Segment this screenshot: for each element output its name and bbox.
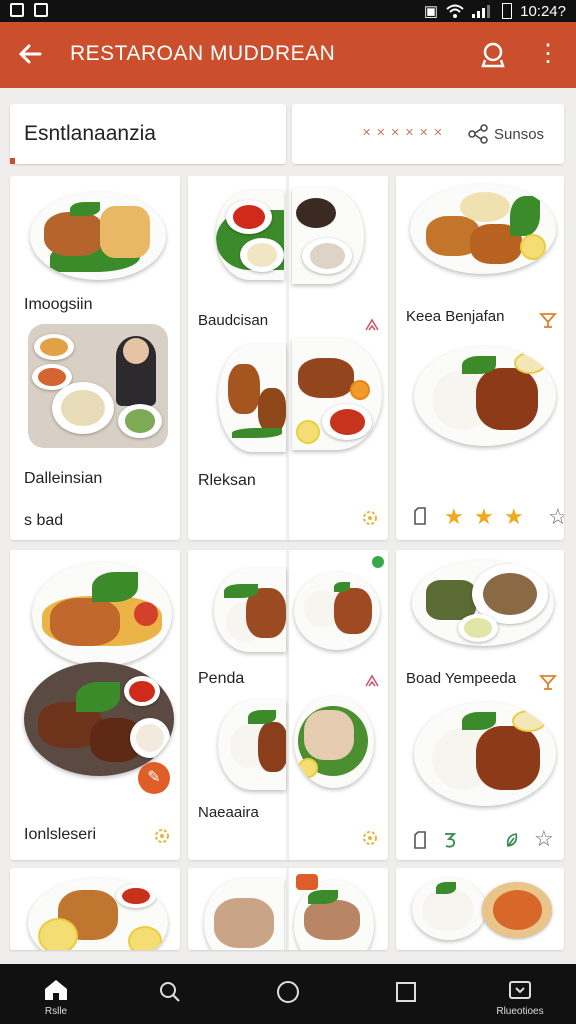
chef-hat-icon[interactable] [478, 40, 508, 70]
restaurant-card[interactable]: Keea Benjafan ★ ★ ★ ☆ [396, 176, 564, 540]
restaurant-card[interactable]: Baudcisan Rleksan [188, 176, 388, 540]
tabs-icon [509, 981, 531, 999]
restaurant-card[interactable]: Imoogsiin Dalleinsian s bad [10, 176, 180, 540]
food-image [30, 192, 166, 280]
bookmark-icon[interactable] [410, 830, 430, 850]
share-icon [468, 124, 488, 144]
more-options-icon[interactable]: ⋮ [536, 40, 560, 70]
nav-tabs-label: Rlueotioes [496, 1006, 544, 1017]
restaurant-card[interactable] [10, 868, 180, 950]
home-icon [45, 980, 67, 1000]
star-empty-icon[interactable]: ☆ [548, 506, 564, 528]
search-input[interactable]: Esntlanaanzia [10, 104, 286, 164]
settings-icon [363, 831, 377, 845]
food-image [28, 878, 168, 950]
gallery-icon [10, 3, 24, 17]
nav-search[interactable] [150, 964, 190, 1024]
restaurant-name: Boad Yempeeda [406, 670, 517, 687]
restaurant-card[interactable] [396, 868, 564, 950]
wifi-icon [446, 4, 464, 18]
new-badge-icon [372, 556, 384, 568]
nav-recents[interactable] [386, 964, 426, 1024]
circle-home-icon [277, 981, 299, 1003]
rating-stars: ★ ★ ★ ☆ [444, 506, 564, 530]
restaurant-name: Imoogsiin [24, 296, 93, 313]
nav-home-circle[interactable] [266, 964, 310, 1024]
food-image [32, 562, 172, 666]
restaurant-subtitle: Dalleinsian [24, 470, 103, 487]
restaurant-card[interactable]: Penda Naeaaira [188, 550, 388, 860]
food-image [218, 344, 286, 452]
app-title: RESTAROAN MUDDREAN [70, 42, 336, 65]
restaurant-subtitle: Rleksan [198, 472, 256, 489]
food-image [412, 560, 554, 646]
food-image [294, 696, 374, 788]
food-image [292, 188, 364, 284]
food-image [24, 662, 174, 776]
vegetarian-badge-icon: ✎ [138, 762, 170, 794]
number-three-icon [445, 833, 457, 848]
search-cursor [10, 158, 15, 164]
settings-icon [363, 511, 377, 525]
food-image [414, 702, 556, 806]
square-recents-icon [396, 982, 416, 1002]
status-bar: ▣ 10:24? [0, 0, 576, 22]
food-image [414, 346, 556, 446]
search-value: Esntlanaanzia [24, 122, 156, 145]
food-image [292, 338, 382, 450]
bottom-navigation: Rslle Rlueotioes [0, 964, 576, 1024]
restaurant-card[interactable]: Boad Yempeeda ☆ [396, 550, 564, 860]
chef-hat-icon [365, 674, 379, 687]
nav-home-label: Rslle [44, 1006, 68, 1017]
photo-icon [34, 3, 48, 17]
battery-icon [502, 3, 513, 19]
bookmark-icon[interactable] [410, 506, 430, 526]
food-image [412, 878, 486, 940]
food-image [482, 882, 552, 938]
star-filled-icon[interactable]: ★ [444, 506, 464, 528]
cocktail-icon [539, 675, 557, 690]
nav-tabs[interactable]: Rlueotioes [480, 964, 560, 1024]
chef-hat-icon [365, 318, 379, 331]
filter-hint: ✕ ✕ ✕ ✕ ✕ ✕ [362, 127, 444, 139]
settings-icon [155, 829, 169, 843]
nfc-icon: ▣ [423, 3, 439, 20]
food-image [216, 190, 284, 280]
star-filled-icon[interactable]: ★ [504, 506, 524, 528]
recipe-badge-icon [296, 874, 318, 890]
star-filled-icon[interactable]: ★ [474, 506, 494, 528]
food-image [294, 572, 380, 650]
restaurant-subtitle: Ionlsleseri [24, 826, 97, 843]
favorite-star-icon[interactable]: ☆ [534, 828, 554, 850]
restaurant-card[interactable]: ✎ Ionlsleseri [10, 550, 180, 860]
restaurant-name: Baudcisan [198, 312, 269, 329]
food-image [204, 878, 284, 950]
restaurant-subtitle: Naeaaira [198, 804, 259, 821]
signal-icon [472, 5, 491, 18]
food-image [214, 568, 286, 652]
app-bar: RESTAROAN MUDDREAN ⋮ [0, 22, 576, 88]
leaf-icon [506, 833, 518, 847]
restaurant-extra: s bad [24, 512, 64, 529]
cocktail-icon [539, 313, 557, 328]
clock: 10:24? [520, 2, 566, 20]
filter-label: Sunsos [494, 126, 545, 143]
food-image [218, 700, 286, 790]
back-arrow-icon[interactable] [16, 40, 48, 72]
food-image [294, 880, 374, 950]
food-image [410, 184, 556, 274]
restaurant-name: Keea Benjafan [406, 308, 505, 325]
restaurant-photo [28, 324, 168, 448]
sort-filter-button[interactable]: ✕ ✕ ✕ ✕ ✕ ✕ Sunsos [292, 104, 564, 164]
search-icon [160, 982, 180, 1002]
restaurant-card[interactable] [188, 868, 388, 950]
nav-home[interactable]: Rslle [16, 964, 96, 1024]
restaurant-name: Penda [198, 670, 245, 687]
